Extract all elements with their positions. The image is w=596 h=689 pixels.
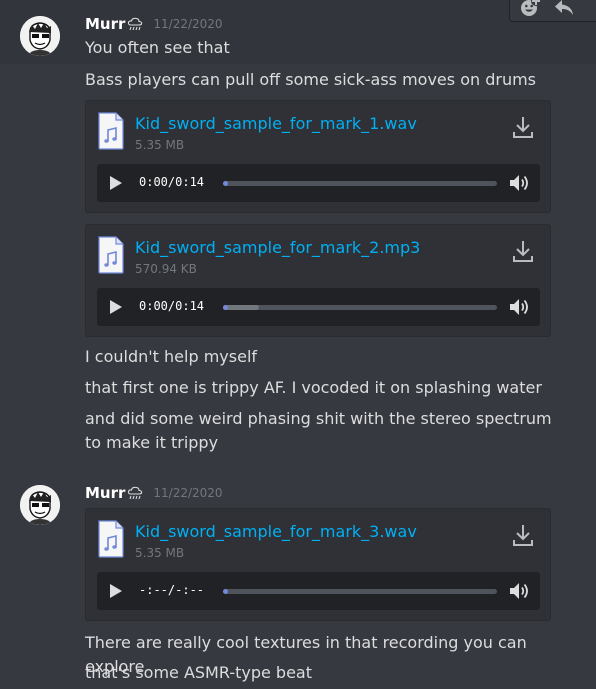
audio-attachment: Kid_sword_sample_for_mark_3.wav 5.35 MB …: [85, 508, 551, 621]
audio-player: 0:00/0:14: [97, 288, 540, 326]
message-header: Murr 11/22/2020: [85, 483, 223, 503]
audio-file-icon: [97, 112, 125, 154]
attachment-filename[interactable]: Kid_sword_sample_for_mark_1.wav: [135, 114, 417, 133]
play-icon[interactable]: [109, 299, 123, 319]
seek-bar[interactable]: [223, 181, 497, 186]
message-action-toolbar: [509, 0, 596, 22]
author-name[interactable]: Murr: [85, 15, 125, 33]
timestamp: 11/22/2020: [153, 486, 223, 500]
audio-file-icon: [97, 236, 125, 278]
audio-attachment: Kid_sword_sample_for_mark_1.wav 5.35 MB …: [85, 100, 551, 213]
playback-time: -:--/-:--: [139, 583, 205, 597]
attachment-filename[interactable]: Kid_sword_sample_for_mark_2.mp3: [135, 238, 420, 257]
playback-time: 0:00/0:14: [139, 175, 205, 189]
author-name[interactable]: Murr: [85, 484, 125, 502]
message-text: that's some ASMR-type beat: [85, 663, 313, 682]
download-icon[interactable]: [512, 523, 534, 551]
add-reaction-icon[interactable]: [516, 0, 544, 20]
message-text: Bass players can pull off some sick-ass …: [85, 70, 536, 89]
message-text: that first one is trippy AF. I vocoded i…: [85, 378, 542, 397]
message-text: I couldn't help myself: [85, 347, 258, 366]
attachment-size: 5.35 MB: [135, 138, 185, 152]
buffer-bar: [223, 305, 259, 310]
audio-attachment: Kid_sword_sample_for_mark_2.mp3 570.94 K…: [85, 224, 551, 337]
message-header: Murr 11/22/2020: [85, 14, 223, 34]
audio-file-icon: [97, 520, 125, 562]
progress-handle[interactable]: [223, 589, 228, 594]
volume-icon[interactable]: [509, 581, 531, 605]
attachment-size: 5.35 MB: [135, 546, 185, 560]
message-text: You often see that: [85, 38, 230, 57]
attachment-size: 570.94 KB: [135, 262, 197, 276]
seek-bar[interactable]: [223, 589, 497, 594]
timestamp: 11/22/2020: [153, 17, 223, 31]
progress-handle[interactable]: [223, 181, 228, 186]
seek-bar[interactable]: [223, 305, 497, 310]
playback-time: 0:00/0:14: [139, 299, 205, 313]
attachment-filename[interactable]: Kid_sword_sample_for_mark_3.wav: [135, 522, 417, 541]
progress-handle[interactable]: [223, 305, 228, 310]
volume-icon[interactable]: [509, 173, 531, 197]
audio-player: 0:00/0:14: [97, 164, 540, 202]
volume-icon[interactable]: [509, 297, 531, 321]
avatar[interactable]: [20, 485, 60, 525]
message-text: and did some weird phasing shit with the…: [85, 409, 552, 452]
audio-player: -:--/-:--: [97, 572, 540, 610]
play-icon[interactable]: [109, 583, 123, 603]
reply-icon[interactable]: [550, 0, 578, 20]
cloud-rain-icon: [127, 486, 143, 500]
download-icon[interactable]: [512, 115, 534, 143]
play-icon[interactable]: [109, 175, 123, 195]
download-icon[interactable]: [512, 239, 534, 267]
cloud-rain-icon: [127, 17, 143, 31]
avatar[interactable]: [20, 16, 60, 56]
